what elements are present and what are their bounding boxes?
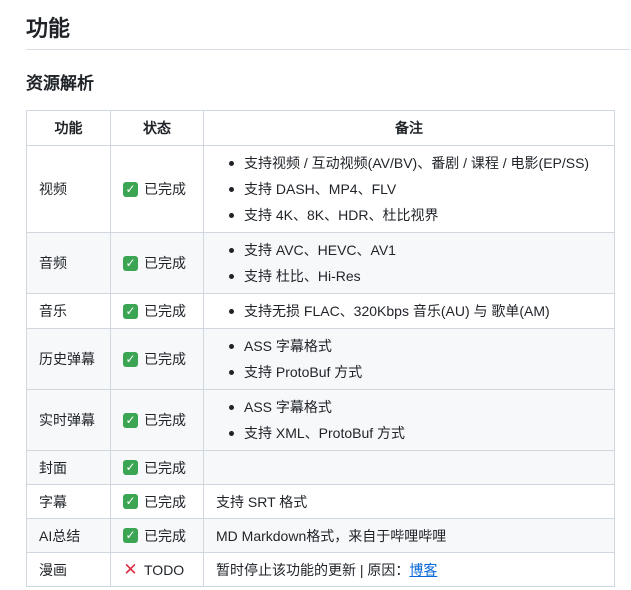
note-item: ASS 字幕格式 [229,333,602,359]
note-item: 支持 杜比、Hi-Res [229,263,602,289]
status-cell: ✓ 已完成 [110,518,204,553]
status-cell: ✓ 已完成 [110,484,204,519]
status-cell: ✕ TODO [110,552,204,587]
status-text: 已完成 [144,303,186,319]
status-cell: ✓ 已完成 [110,293,204,329]
table-row: 封面 ✓ 已完成 [26,450,615,485]
cross-icon: ✕ [123,560,138,579]
notes-cell: 暂时停止该功能的更新 | 原因：博客 [203,552,615,587]
header-notes: 备注 [203,110,615,146]
table-row: AI总结 ✓ 已完成 MD Markdown格式，来自于哔哩哔哩 [26,518,615,553]
note-item: 支持 4K、8K、HDR、杜比视界 [229,202,602,228]
note-item: 支持视频 / 互动视频(AV/BV)、番剧 / 课程 / 电影(EP/SS) [229,150,602,176]
features-table: 功能 状态 备注 视频 ✓ 已完成 支持视频 / 互动视频(AV/BV)、番剧 /… [26,110,615,587]
status-cell: ✓ 已完成 [110,145,204,233]
table-row: 音频 ✓ 已完成 支持 AVC、HEVC、AV1 支持 杜比、Hi-Res [26,232,615,294]
note-item: 支持 AVC、HEVC、AV1 [229,237,602,263]
status-text: 已完成 [144,459,186,476]
check-icon: ✓ [123,528,138,543]
status-text: 已完成 [144,255,186,271]
status-text: TODO [144,561,185,578]
check-icon: ✓ [123,412,138,428]
feature-cell: AI总结 [26,518,111,553]
check-icon: ✓ [123,303,138,319]
notes-cell [203,450,615,485]
table-row: 字幕 ✓ 已完成 支持 SRT 格式 [26,484,615,519]
feature-cell: 音频 [26,232,111,294]
note-item: 支持 DASH、MP4、FLV [229,176,602,202]
check-icon: ✓ [123,181,138,197]
status-cell: ✓ 已完成 [110,389,204,451]
heading-divider [26,49,630,50]
feature-cell: 实时弹幕 [26,389,111,451]
check-icon: ✓ [123,494,138,509]
feature-cell: 历史弹幕 [26,328,111,390]
header-feature: 功能 [26,110,111,146]
status-text: 已完成 [144,412,186,428]
status-cell: ✓ 已完成 [110,450,204,485]
notes-cell: MD Markdown格式，来自于哔哩哔哩 [203,518,615,553]
section-title: 资源解析 [26,74,94,93]
note-item: 支持 XML、ProtoBuf 方式 [229,420,602,446]
status-cell: ✓ 已完成 [110,232,204,294]
status-text: 已完成 [144,493,186,510]
note-item: ASS 字幕格式 [229,394,602,420]
notes-cell: 支持 SRT 格式 [203,484,615,519]
check-icon: ✓ [123,351,138,367]
notes-cell: 支持无损 FLAC、320Kbps 音乐(AU) 与 歌单(AM) [203,293,615,329]
feature-cell: 漫画 [26,552,111,587]
notes-cell: ASS 字幕格式 支持 XML、ProtoBuf 方式 [203,389,615,451]
note-text: 暂时停止该功能的更新 | 原因： [216,561,410,578]
page-heading: 功能 [26,16,71,41]
table-row: 视频 ✓ 已完成 支持视频 / 互动视频(AV/BV)、番剧 / 课程 / 电影(… [26,145,615,233]
table-row: 音乐 ✓ 已完成 支持无损 FLAC、320Kbps 音乐(AU) 与 歌单(AM… [26,293,615,329]
notes-cell: 支持 AVC、HEVC、AV1 支持 杜比、Hi-Res [203,232,615,294]
notes-cell: ASS 字幕格式 支持 ProtoBuf 方式 [203,328,615,390]
table-row: 实时弹幕 ✓ 已完成 ASS 字幕格式 支持 XML、ProtoBuf 方式 [26,389,615,451]
check-icon: ✓ [123,460,138,475]
status-text: 已完成 [144,351,186,367]
note-item: 支持 ProtoBuf 方式 [229,359,602,385]
table-row: 漫画 ✕ TODO 暂时停止该功能的更新 | 原因：博客 [26,552,615,587]
header-status: 状态 [110,110,204,146]
status-text: 已完成 [144,181,186,197]
blog-link[interactable]: 博客 [409,562,437,578]
table-header-row: 功能 状态 备注 [26,110,615,146]
feature-cell: 音乐 [26,293,111,329]
status-cell: ✓ 已完成 [110,328,204,390]
check-icon: ✓ [123,255,138,271]
feature-cell: 字幕 [26,484,111,519]
feature-cell: 封面 [26,450,111,485]
status-text: 已完成 [144,527,186,544]
table-row: 历史弹幕 ✓ 已完成 ASS 字幕格式 支持 ProtoBuf 方式 [26,328,615,390]
feature-cell: 视频 [26,145,111,233]
notes-cell: 支持视频 / 互动视频(AV/BV)、番剧 / 课程 / 电影(EP/SS) 支… [203,145,615,233]
note-item: 支持无损 FLAC、320Kbps 音乐(AU) 与 歌单(AM) [229,298,602,324]
